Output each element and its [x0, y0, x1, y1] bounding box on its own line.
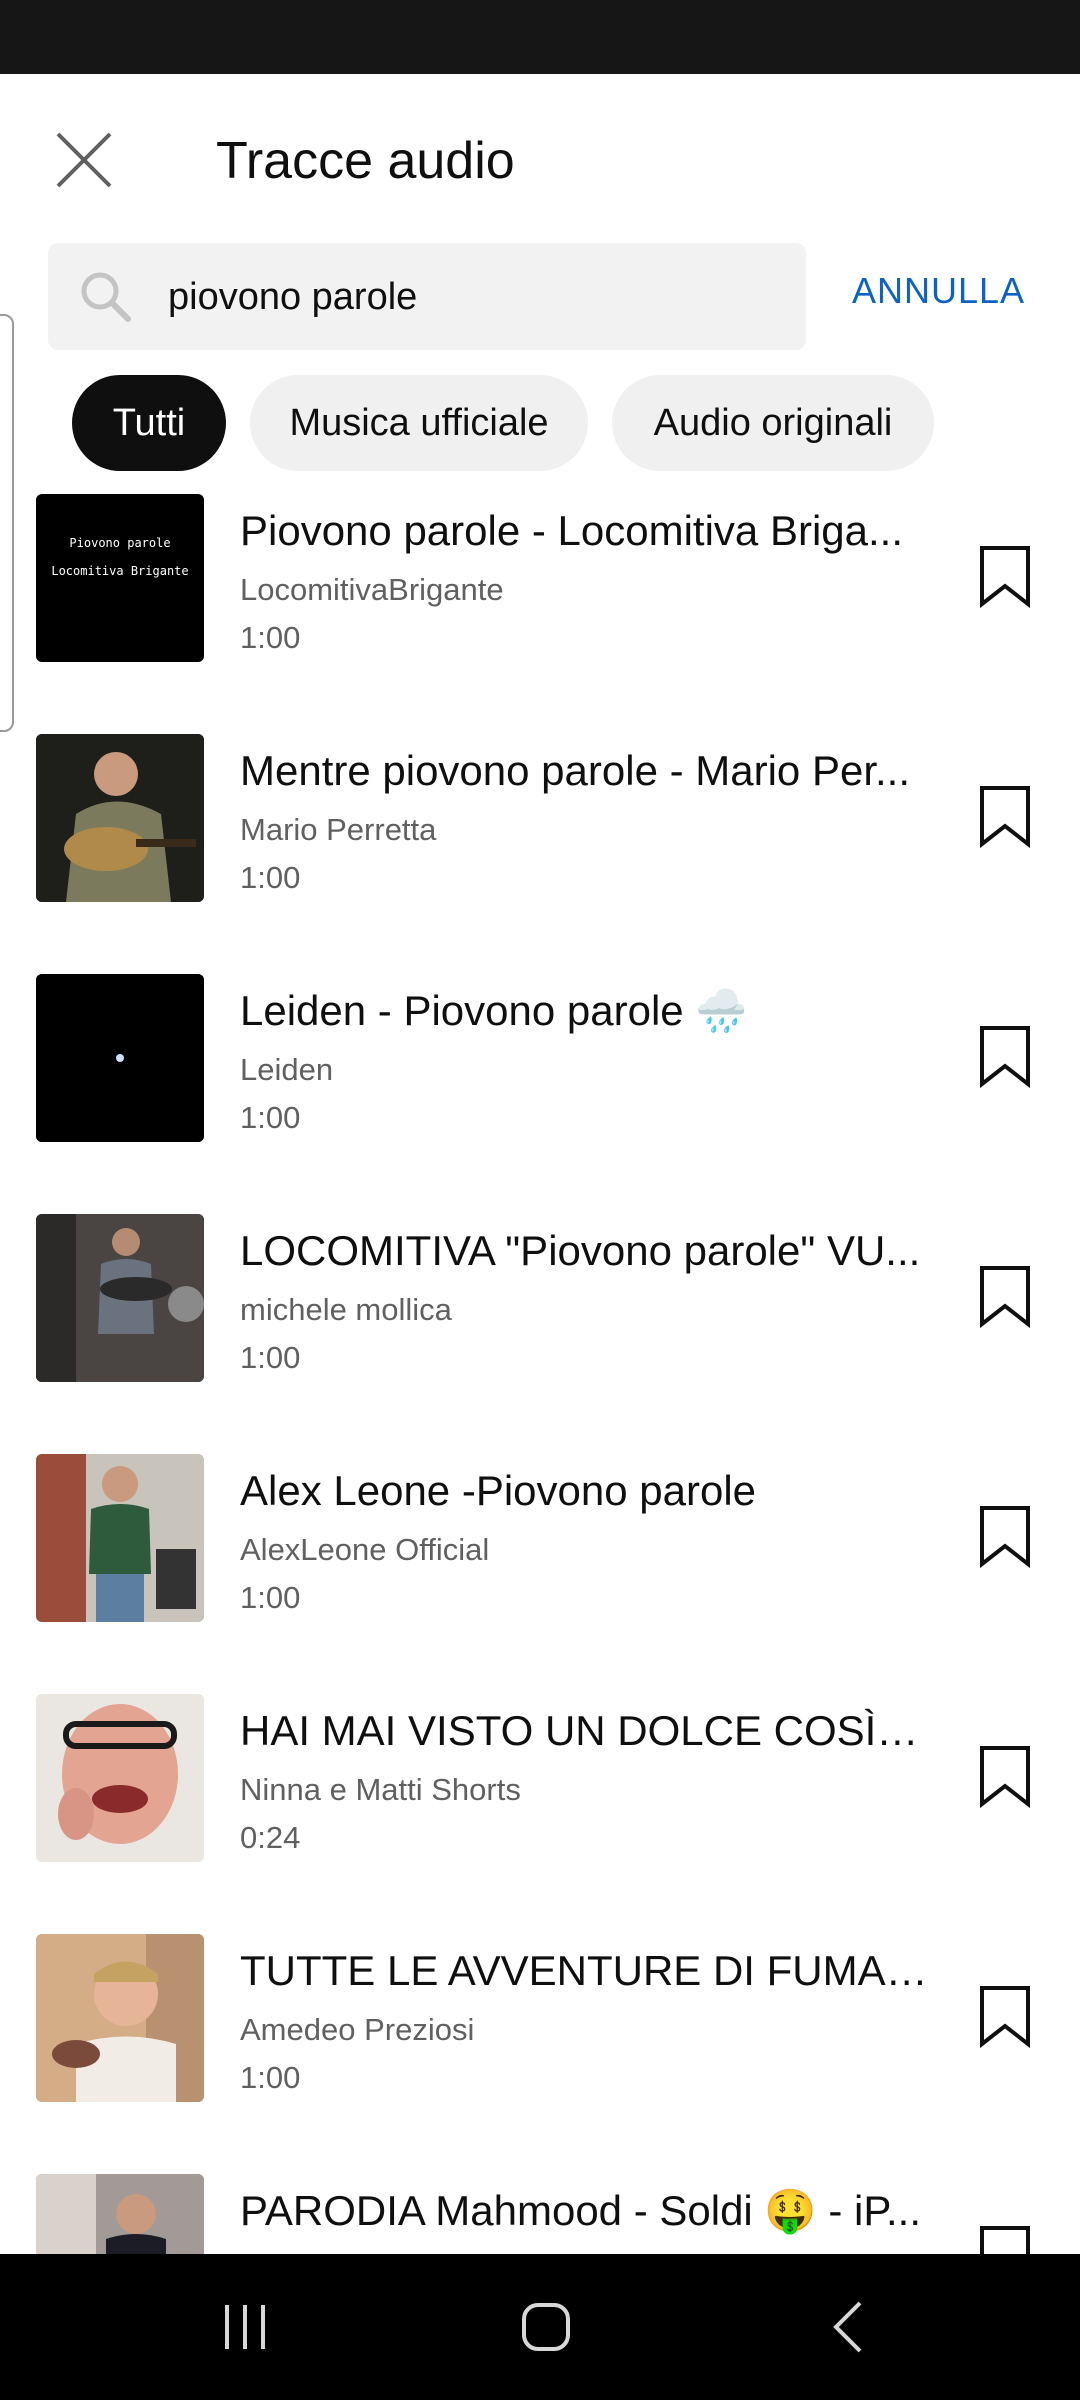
- track-thumbnail: [36, 974, 204, 1142]
- track-thumbnail: Piovono parole Locomitiva Brigante: [36, 494, 204, 662]
- track-channel: LocomitivaBrigante: [240, 572, 504, 607]
- system-navigation-bar: [0, 2254, 1080, 2400]
- track-thumbnail: [36, 734, 204, 902]
- track-title: LOCOMITIVA "Piovono parole" VU...: [240, 1227, 921, 1274]
- bookmark-icon[interactable]: [978, 544, 1032, 610]
- track-item[interactable]: Alex Leone -Piovono parole AlexLeone Off…: [0, 1454, 1080, 1694]
- track-thumbnail: [36, 1454, 204, 1622]
- search-input[interactable]: [168, 267, 768, 327]
- track-duration: 1:00: [240, 620, 301, 655]
- search-icon: [81, 272, 131, 322]
- thumbnail-text: Locomitiva Brigante: [51, 564, 189, 578]
- track-title: Alex Leone -Piovono parole: [240, 1467, 757, 1514]
- search-bar[interactable]: [48, 243, 806, 350]
- track-duration: 1:00: [240, 1340, 301, 1375]
- track-thumbnail: [36, 1934, 204, 2102]
- track-thumbnail: [36, 1214, 204, 1382]
- track-title: Mentre piovono parole - Mario Per...: [240, 747, 910, 794]
- bookmark-icon[interactable]: [978, 1264, 1032, 1330]
- track-duration: 1:00: [240, 860, 301, 895]
- track-duration: 1:00: [240, 1580, 301, 1615]
- track-channel: Leiden: [240, 1052, 334, 1087]
- track-item[interactable]: TUTTE LE AVVENTURE DI FUMAG... Amedeo Pr…: [0, 1934, 1080, 2174]
- track-title: Piovono parole - Locomitiva Briga...: [240, 507, 903, 554]
- track-channel: AlexLeone Official: [240, 1532, 490, 1567]
- home-icon[interactable]: [516, 2297, 576, 2357]
- track-duration: 1:00: [240, 2060, 301, 2095]
- bookmark-icon[interactable]: [978, 2224, 1032, 2254]
- chip-audio-originali[interactable]: Audio originali: [612, 375, 934, 471]
- cancel-button[interactable]: ANNULLA: [852, 270, 1025, 312]
- track-title: Leiden - Piovono parole 🌧️: [240, 987, 748, 1034]
- track-channel: michele mollica: [240, 1292, 452, 1327]
- track-thumbnail: [36, 2174, 204, 2254]
- track-thumbnail: [36, 1694, 204, 1862]
- back-icon[interactable]: [820, 2297, 880, 2357]
- bookmark-icon[interactable]: [978, 784, 1032, 850]
- track-item[interactable]: Piovono parole Locomitiva Brigante Piovo…: [0, 494, 1080, 734]
- page-title: Tracce audio: [216, 132, 515, 190]
- bookmark-icon[interactable]: [978, 1504, 1032, 1570]
- track-title: TUTTE LE AVVENTURE DI FUMAG...: [240, 1947, 940, 1994]
- track-channel: Mario Perretta: [240, 812, 437, 847]
- close-icon: [56, 132, 112, 188]
- chip-musica-ufficiale[interactable]: Musica ufficiale: [250, 375, 588, 471]
- track-channel: Ninna e Matti Shorts: [240, 1772, 521, 1807]
- track-item[interactable]: PARODIA Mahmood - Soldi 🤑 - iP...: [0, 2174, 1080, 2254]
- close-button[interactable]: [48, 124, 120, 196]
- recents-icon[interactable]: [215, 2297, 275, 2357]
- bookmark-icon[interactable]: [978, 1984, 1032, 2050]
- thumbnail-text: Piovono parole: [69, 536, 171, 550]
- status-bar: [0, 0, 1080, 74]
- track-title: HAI MAI VISTO UN DOLCE COSÌ? -...: [240, 1707, 940, 1754]
- track-item[interactable]: Leiden - Piovono parole 🌧️ Leiden 1:00: [0, 974, 1080, 1214]
- track-title: PARODIA Mahmood - Soldi 🤑 - iP...: [240, 2187, 921, 2234]
- track-item[interactable]: Mentre piovono parole - Mario Per... Mar…: [0, 734, 1080, 974]
- track-duration: 1:00: [240, 1100, 301, 1135]
- chip-tutti[interactable]: Tutti: [72, 375, 226, 471]
- bookmark-icon[interactable]: [978, 1024, 1032, 1090]
- track-duration: 0:24: [240, 1820, 301, 1855]
- bookmark-icon[interactable]: [978, 1744, 1032, 1810]
- track-channel: Amedeo Preziosi: [240, 2012, 475, 2047]
- track-item[interactable]: LOCOMITIVA "Piovono parole" VU... michel…: [0, 1214, 1080, 1454]
- track-list: Piovono parole Locomitiva Brigante Piovo…: [0, 494, 1080, 2254]
- track-item[interactable]: HAI MAI VISTO UN DOLCE COSÌ? -... Ninna …: [0, 1694, 1080, 1934]
